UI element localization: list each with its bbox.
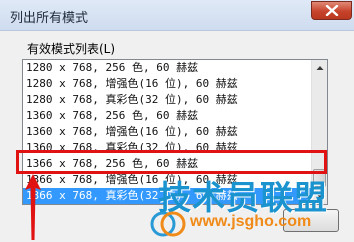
title-bar: 列出所有模式	[0, 0, 354, 31]
list-item[interactable]: 1280 x 768, 增强色(16 位), 60 赫兹	[23, 76, 311, 92]
close-button[interactable]	[311, 1, 352, 20]
list-item[interactable]: 1280 x 768, 256 色, 60 赫兹	[23, 60, 311, 76]
arrow-up-icon	[316, 66, 324, 70]
red-arrow-up-icon	[25, 174, 41, 240]
close-icon	[325, 5, 339, 16]
mode-list-label: 有效模式列表(L)	[27, 42, 116, 56]
list-item[interactable]: 1360 x 768, 增强色(16 位), 60 赫兹	[23, 124, 311, 140]
list-item[interactable]: 1280 x 768, 真彩色(32 位), 60 赫兹	[23, 92, 311, 108]
watermark-logo	[150, 211, 186, 237]
window-title: 列出所有模式	[10, 11, 89, 26]
list-item[interactable]: 1360 x 768, 256 色, 60 赫兹	[23, 108, 311, 124]
watermark: 技术员联盟 www.jsgho.com	[150, 171, 354, 242]
scroll-up-button[interactable]	[312, 60, 327, 76]
watermark-url: www.jsgho.com	[190, 213, 312, 230]
